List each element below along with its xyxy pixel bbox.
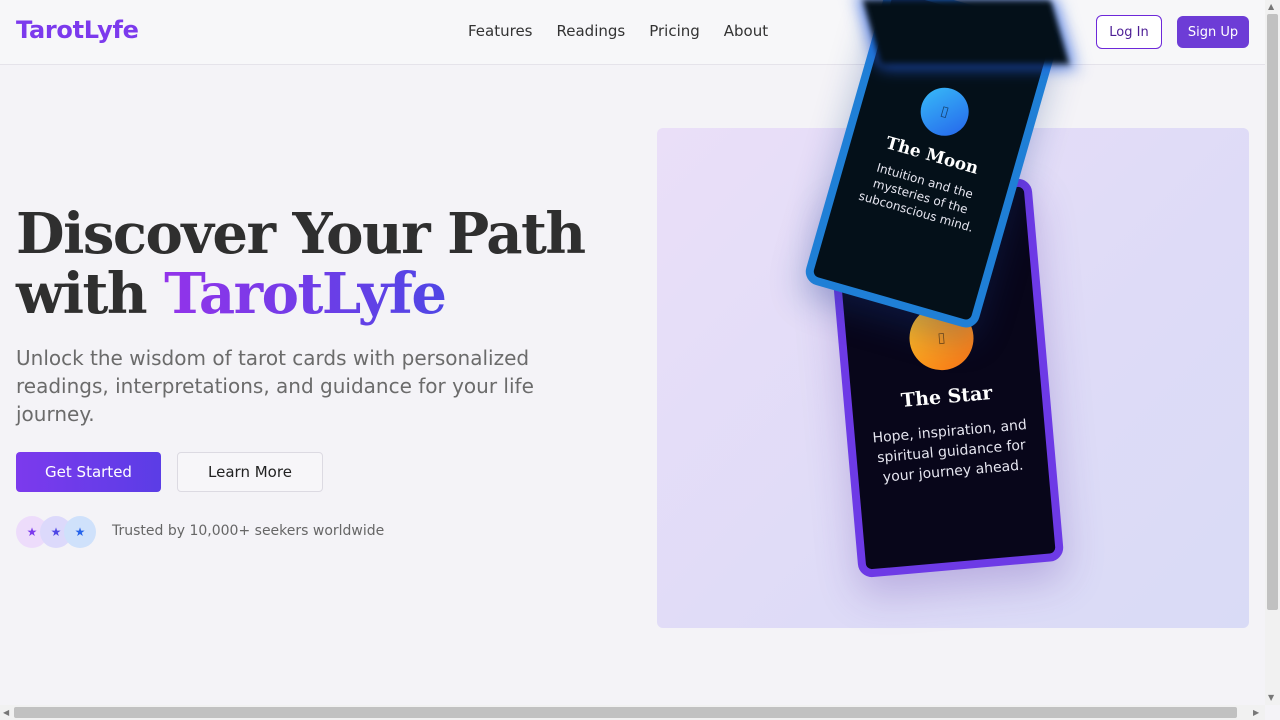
learn-more-button[interactable]: Learn More (177, 452, 323, 492)
scroll-right-icon[interactable]: ▶ (1253, 708, 1259, 717)
scroll-down-icon[interactable]: ▼ (1268, 693, 1274, 702)
nav-features[interactable]: Features (468, 22, 533, 40)
card-icon: ▯ (914, 82, 975, 142)
card-description: Intuition and the mysteries of the subco… (857, 160, 975, 235)
hero-subtitle: Unlock the wisdom of tarot cards with pe… (16, 346, 534, 426)
get-started-button[interactable]: Get Started (16, 452, 161, 492)
hero-title-with: with (16, 261, 165, 327)
card-glow (862, 0, 1070, 64)
card-title: The Star (900, 381, 994, 412)
nav-about[interactable]: About (724, 22, 768, 40)
site-header: TarotLyfe Features Readings Pricing Abou… (0, 0, 1265, 65)
trusted-text: Trusted by 10,000+ seekers worldwide (112, 523, 385, 539)
scroll-up-icon[interactable]: ▲ (1268, 2, 1274, 11)
login-button[interactable]: Log In (1096, 15, 1162, 49)
hero-title: Discover Your Path with TarotLyfe (16, 204, 636, 324)
nav-pricing[interactable]: Pricing (649, 22, 700, 40)
avatar-group: ★ ★ ★ (16, 516, 106, 548)
card-description: Hope, inspiration, and spiritual guidanc… (871, 417, 1028, 486)
hero-title-accent: TarotLyfe (164, 261, 447, 327)
star-icon: ★ (64, 516, 96, 548)
nav-readings[interactable]: Readings (557, 22, 626, 40)
main-nav: Features Readings Pricing About (468, 22, 768, 40)
signup-button[interactable]: Sign Up (1177, 16, 1249, 48)
hero-title-line1: Discover Your Path (16, 201, 586, 267)
horizontal-scroll-thumb[interactable] (14, 707, 1237, 718)
scroll-left-icon[interactable]: ◀ (3, 708, 9, 717)
vertical-scroll-thumb[interactable] (1267, 14, 1278, 610)
logo[interactable]: TarotLyfe (16, 16, 139, 44)
